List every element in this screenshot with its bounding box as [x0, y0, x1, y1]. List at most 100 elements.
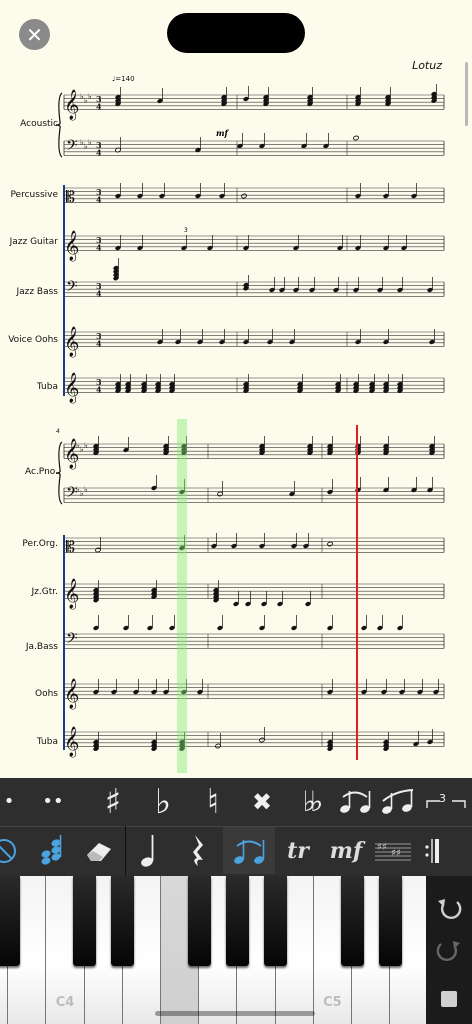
bass-clef: 𝄢	[66, 137, 78, 158]
note-head	[241, 193, 247, 199]
dynamics-icon: mf	[329, 837, 363, 864]
instrument-label-ac-pno[interactable]: Ac.Pno.	[0, 467, 58, 477]
eraser-icon	[87, 842, 111, 861]
tuplet-button[interactable]: 3	[420, 778, 472, 825]
selection-highlight	[177, 419, 187, 773]
input-mode-button[interactable]	[0, 827, 28, 874]
double-flat-icon: ♭♭	[302, 785, 324, 818]
alto-clef: 𝄡	[66, 187, 75, 206]
trill-button[interactable]: tr	[275, 827, 321, 874]
instrument-label-ja-bass[interactable]: Ja.Bass	[0, 642, 58, 652]
dynamic-marking: mf	[216, 128, 228, 138]
toolbar-divider	[125, 826, 126, 876]
double-dot-button[interactable]: ••	[18, 778, 88, 825]
tempo-mark: ♩=140	[112, 75, 135, 83]
key-label-c4: C4	[55, 995, 75, 1010]
sharp-icon: ♯	[104, 781, 122, 822]
piano-black-key[interactable]	[73, 876, 97, 966]
sharp-button[interactable]: ♯	[88, 778, 138, 825]
instrument-label-jazz-guitar[interactable]: Jazz Guitar	[0, 237, 58, 247]
dynamics-button[interactable]: mf	[321, 827, 371, 874]
slur-icon	[382, 788, 414, 814]
note-head	[353, 135, 359, 141]
score-staves: 𝄞𝄢♭ ♭ ♭♭ ♭ ♭3434𝄡 34𝄞 34𝄢 34𝄞 34𝄞 34𝄞𝄢♭ ♭ ♭♭ ♭ ♭𝄡𝄞𝄢𝄞𝄞	[55, 84, 445, 758]
home-indicator	[155, 1011, 315, 1016]
instrument-label-jazz-bass[interactable]: Jazz Bass	[0, 287, 58, 297]
stop-icon	[441, 991, 457, 1007]
quarter-note-icon	[141, 834, 154, 867]
piano-black-key[interactable]	[111, 876, 135, 966]
piano-black-key[interactable]	[225, 876, 249, 966]
svg-text:♯♯: ♯♯	[391, 848, 401, 859]
close-icon: ✕	[26, 22, 43, 47]
tuplet-label: 3	[439, 792, 446, 805]
tuplet-bracket-icon	[426, 799, 466, 808]
time-signature: 4	[96, 147, 102, 157]
key-signature-flat: ♭	[88, 92, 92, 101]
instrument-label-jz-gtr[interactable]: Jz.Gtr.	[0, 587, 58, 597]
flat-icon: ♭	[154, 781, 172, 822]
close-button[interactable]: ✕	[19, 19, 50, 50]
double-sharp-button[interactable]: ✖	[238, 778, 286, 825]
piano-black-key[interactable]	[187, 876, 211, 966]
tie-note-icon	[234, 839, 265, 864]
instrument-label-tuba[interactable]: Tuba	[0, 382, 58, 392]
natural-icon: ♮	[206, 781, 220, 822]
piano-keyboard[interactable]: C4 C5	[0, 876, 426, 1024]
double-flat-button[interactable]: ♭♭	[286, 778, 334, 825]
tie-note-button[interactable]	[223, 827, 275, 874]
quarter-rest-button[interactable]	[175, 827, 223, 874]
treble-clef: 𝄞	[64, 578, 79, 610]
tie-icon	[340, 790, 371, 813]
piano-black-key[interactable]	[378, 876, 402, 966]
bass-clef: 𝄢	[66, 278, 78, 299]
eraser-button[interactable]	[73, 827, 125, 874]
chord-mode-button[interactable]	[28, 827, 73, 874]
instrument-label-voice-oohs[interactable]: Voice Oohs	[0, 335, 58, 345]
playback-cursor[interactable]	[356, 425, 358, 760]
composer-name: Lotuz	[412, 59, 442, 72]
double-dot-icon: ••	[42, 791, 64, 812]
flat-button[interactable]: ♭	[138, 778, 188, 825]
redo-button[interactable]	[426, 926, 472, 976]
trill-icon: tr	[287, 837, 309, 864]
treble-clef: 𝄞	[64, 230, 79, 262]
quarter-note-button[interactable]	[125, 827, 175, 874]
time-signature: 4	[96, 338, 102, 348]
instrument-label-acoustic[interactable]: Acoustic	[0, 119, 58, 129]
treble-clef: 𝄞	[64, 726, 79, 758]
toolbar-row-input: tr mf ♯♯ ♯♯	[0, 826, 472, 874]
tuplet-number: 3	[184, 227, 188, 234]
instrument-label-per-org[interactable]: Per.Org.	[0, 539, 58, 549]
instrument-label-oohs[interactable]: Oohs	[0, 689, 58, 699]
barline-button[interactable]	[415, 827, 451, 874]
side-controls	[426, 876, 472, 1024]
undo-icon	[438, 899, 462, 920]
alto-clef: 𝄡	[66, 537, 75, 556]
dot-button[interactable]: •	[0, 778, 18, 825]
key-signature-flat: ♭	[84, 441, 88, 450]
key-signature-button[interactable]: ♯♯ ♯♯	[371, 827, 415, 874]
time-signature: 4	[96, 194, 102, 204]
stop-button[interactable]	[426, 974, 472, 1024]
instrument-label-percussive[interactable]: Percussive	[0, 190, 58, 200]
piano-black-key[interactable]	[340, 876, 364, 966]
natural-button[interactable]: ♮	[188, 778, 238, 825]
scroll-indicator[interactable]	[465, 62, 468, 126]
slur-button[interactable]	[376, 778, 420, 825]
instrument-label-tuba-2[interactable]: Tuba	[0, 737, 58, 747]
score-view[interactable]: 𝄞 𝄢 ♭ ♭ ♭ ♭ ♭ ♭ 3 4 3 4 𝄡 3 4 𝄞 3 4 𝄢 3 4 𝄞 3 4 𝄞 3 4 𝄞 𝄢 ♭ ♭ ♭ ♭ ♭ ♭ 𝄡 𝄞 𝄢 𝄞 𝄞…	[0, 0, 472, 778]
piano-black-key[interactable]	[264, 876, 288, 966]
time-signature: 4	[96, 384, 102, 394]
measure-number: 4	[56, 428, 60, 435]
redo-icon	[436, 941, 460, 962]
time-signature: 4	[96, 242, 102, 252]
double-sharp-icon: ✖	[251, 787, 273, 816]
treble-clef: 𝄞	[64, 326, 79, 358]
piano-black-key[interactable]	[0, 876, 20, 966]
tie-button[interactable]	[334, 778, 376, 825]
dynamic-island	[167, 13, 305, 53]
toolbar-row-accidentals: • •• ♯ ♭ ♮ ✖ ♭♭ 3	[0, 778, 472, 825]
dot-icon: •	[3, 791, 15, 812]
bass-clef: 𝄢	[66, 630, 78, 651]
